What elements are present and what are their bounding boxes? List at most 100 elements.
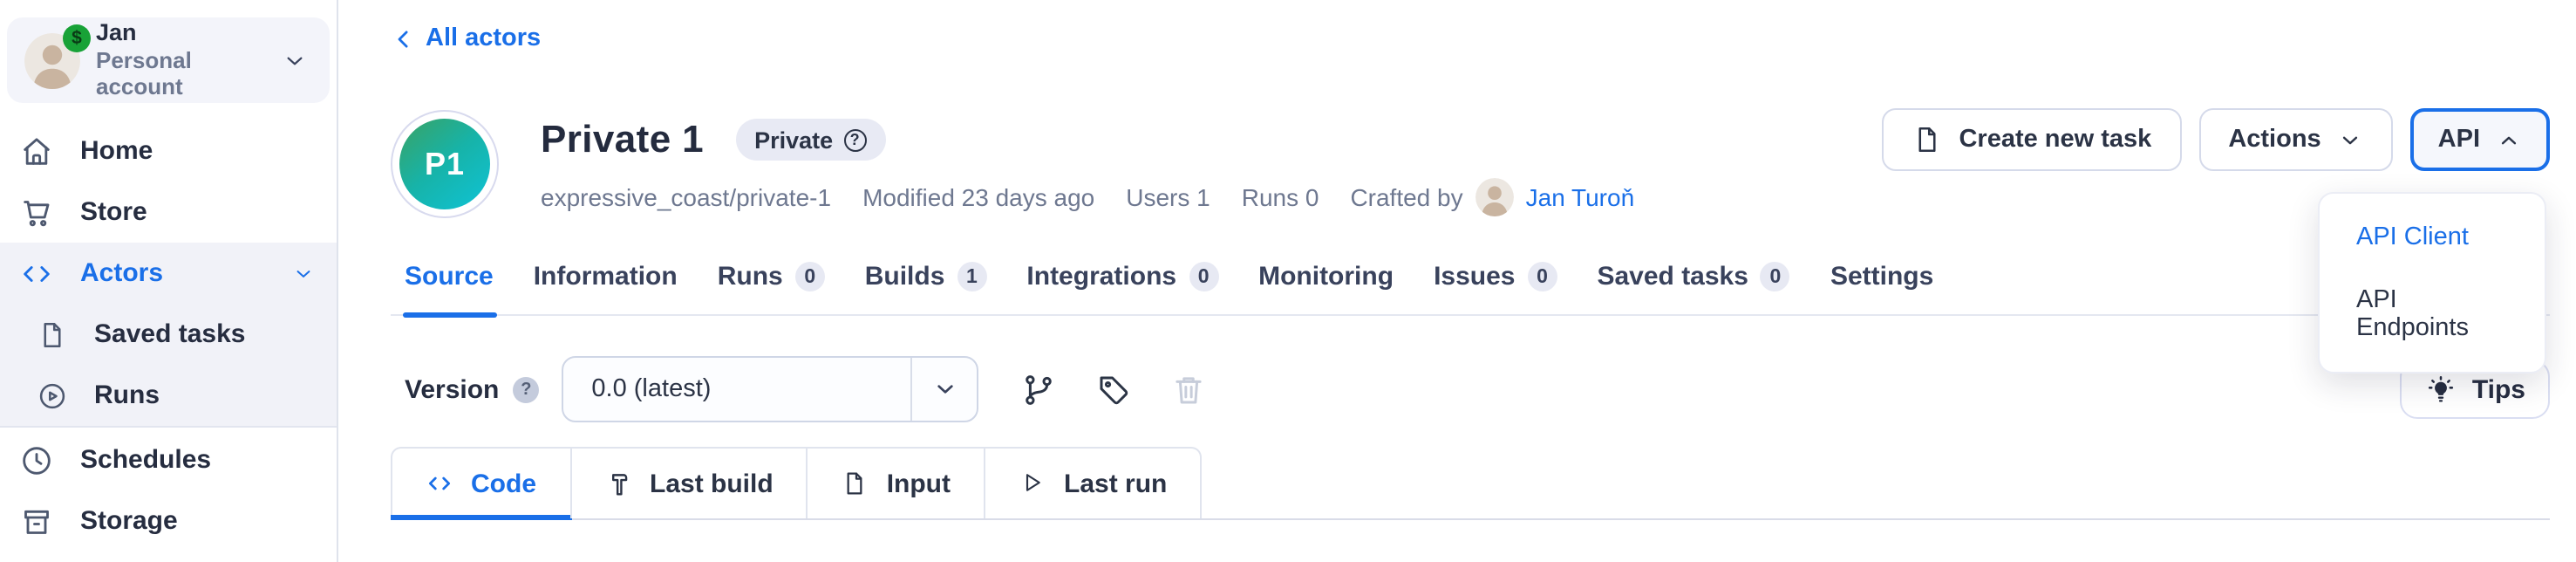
chevron-down-icon [910, 358, 977, 421]
sidebar-item-runs[interactable]: Runs [0, 365, 337, 426]
tab-source[interactable]: Source [405, 262, 494, 314]
source-subtabs: Code Last build Input [391, 447, 2550, 520]
help-question-icon[interactable]: ? [843, 128, 866, 151]
tab-information[interactable]: Information [534, 262, 678, 314]
author-avatar [1475, 178, 1514, 216]
tab-label: Information [534, 262, 678, 291]
tab-label: Runs [718, 262, 783, 291]
menu-item-api-endpoints[interactable]: API Endpoints [2320, 269, 2545, 360]
actor-modified: Modified 23 days ago [862, 183, 1094, 211]
tab-label: Builds [865, 262, 945, 291]
sidebar-item-label: Runs [94, 380, 160, 410]
sidebar-item-label: Home [80, 136, 153, 166]
actor-header: P1 Private 1 Private ? expressive_coast/… [391, 105, 2550, 218]
account-info: Jan Personal account [96, 19, 265, 102]
breadcrumb-back-link[interactable]: All actors [391, 24, 541, 52]
sidebar-item-label: Schedules [80, 445, 211, 475]
code-brackets-icon [426, 469, 455, 498]
actions-label: Actions [2228, 126, 2320, 154]
menu-item-api-client[interactable]: API Client [2320, 206, 2545, 269]
tab-saved-tasks[interactable]: Saved tasks 0 [1597, 262, 1789, 314]
lightbulb-icon [2425, 373, 2458, 406]
sidebar-actors-group: Actors Saved tasks Runs [0, 243, 337, 428]
chevron-left-icon [391, 25, 417, 51]
account-switcher[interactable]: $ Jan Personal account [7, 17, 330, 103]
version-label: Version [405, 374, 499, 404]
sidebar-item-label: Store [80, 197, 147, 227]
actor-avatar: P1 [391, 110, 499, 218]
visibility-badge: Private ? [735, 119, 885, 161]
account-type: Personal account [96, 50, 265, 102]
sidebar-nav: Home Store Actors [0, 120, 337, 552]
main-content: All actors P1 Private 1 Private ? expres… [338, 0, 2576, 562]
actor-path: expressive_coast/private-1 [541, 183, 831, 211]
tips-label: Tips [2472, 374, 2525, 404]
version-row: Version ? 0.0 (latest) [391, 356, 2550, 422]
chevron-down-icon[interactable] [291, 261, 316, 285]
dollar-badge-icon: $ [63, 24, 91, 51]
subtab-label: Code [471, 469, 536, 498]
create-new-task-label: Create new task [1959, 126, 2151, 154]
actor-meta: expressive_coast/private-1 Modified 23 d… [541, 178, 1634, 216]
author-link[interactable]: Jan Turoň [1526, 183, 1635, 211]
sidebar-item-label: Storage [80, 506, 178, 536]
tab-count-badge: 0 [1761, 262, 1790, 291]
subtab-input[interactable]: Input [807, 447, 984, 518]
tab-issues[interactable]: Issues 0 [1434, 262, 1557, 314]
play-icon [1019, 469, 1048, 498]
actor-avatar-initials: P1 [399, 119, 490, 209]
version-selected-value: 0.0 (latest) [591, 375, 711, 403]
tab-count-badge: 0 [1189, 262, 1218, 291]
tab-settings[interactable]: Settings [1830, 262, 1933, 314]
subtab-label: Last build [650, 469, 773, 498]
sidebar-item-saved-tasks[interactable]: Saved tasks [0, 304, 337, 365]
header-actions: Create new task Actions API [1882, 108, 2550, 171]
tab-runs[interactable]: Runs 0 [718, 262, 825, 314]
sidebar-item-home[interactable]: Home [0, 120, 337, 182]
tab-count-badge: 0 [1527, 262, 1557, 291]
api-dropdown-button[interactable]: API [2410, 108, 2550, 171]
code-brackets-icon [19, 256, 54, 291]
chevron-up-icon [2496, 127, 2522, 153]
actions-dropdown-button[interactable]: Actions [2198, 108, 2392, 171]
tab-label: Integrations [1026, 262, 1176, 291]
tab-monitoring[interactable]: Monitoring [1258, 262, 1394, 314]
document-icon [37, 319, 68, 350]
sidebar-item-schedules[interactable]: Schedules [0, 429, 337, 490]
subtab-label: Input [887, 469, 951, 498]
sidebar: $ Jan Personal account Home Store [0, 0, 338, 562]
sidebar-item-label: Actors [80, 258, 163, 288]
tab-count-badge: 0 [795, 262, 825, 291]
version-select[interactable]: 0.0 (latest) [562, 356, 978, 422]
tab-integrations[interactable]: Integrations 0 [1026, 262, 1218, 314]
document-icon [842, 469, 871, 498]
actor-tabs: Source Information Runs 0 Builds 1 Integ… [391, 262, 2550, 316]
git-branch-button[interactable] [1020, 371, 1057, 408]
sidebar-item-storage[interactable]: Storage [0, 490, 337, 552]
clock-icon [19, 442, 54, 477]
subtab-last-run[interactable]: Last run [984, 447, 1202, 518]
sidebar-item-actors[interactable]: Actors [0, 243, 337, 304]
crafted-by-label: Crafted by [1350, 183, 1462, 211]
tab-label: Monitoring [1258, 262, 1394, 291]
play-circle-icon [37, 380, 68, 411]
help-question-icon[interactable]: ? [513, 376, 539, 402]
subtab-last-build[interactable]: Last build [569, 447, 807, 518]
document-icon [1912, 124, 1943, 155]
sidebar-item-store[interactable]: Store [0, 182, 337, 243]
tag-button[interactable] [1095, 371, 1132, 408]
chevron-down-icon [281, 46, 309, 74]
account-name: Jan [96, 19, 265, 46]
delete-version-button[interactable] [1170, 371, 1207, 408]
crafted-by: Crafted by Jan Turoň [1350, 178, 1634, 216]
chevron-down-icon [2337, 127, 2363, 153]
subtab-label: Last run [1064, 469, 1167, 498]
page-title: Private 1 [541, 117, 704, 162]
tab-builds[interactable]: Builds 1 [865, 262, 987, 314]
archive-box-icon [19, 504, 54, 538]
hammer-icon [604, 469, 634, 498]
create-new-task-button[interactable]: Create new task [1882, 108, 2181, 171]
subtab-code[interactable]: Code [391, 447, 569, 518]
visibility-badge-label: Private [754, 127, 833, 153]
breadcrumb-label: All actors [426, 24, 541, 52]
